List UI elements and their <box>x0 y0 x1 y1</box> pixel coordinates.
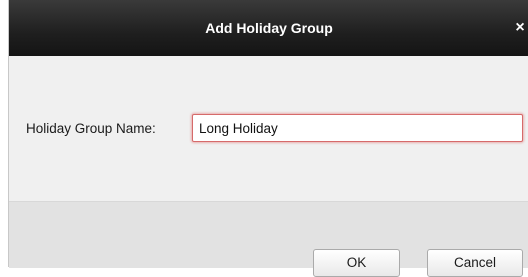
close-icon[interactable]: × <box>513 19 527 37</box>
ok-button[interactable]: OK <box>313 249 400 277</box>
holiday-group-name-label: Holiday Group Name: <box>26 121 156 136</box>
holiday-group-name-input[interactable] <box>192 114 523 142</box>
cancel-button[interactable]: Cancel <box>427 249 523 277</box>
dialog-titlebar: Add Holiday Group × <box>9 0 528 56</box>
dialog-footer: OK Cancel <box>9 201 528 277</box>
dialog-form: Holiday Group Name: <box>9 56 528 201</box>
add-holiday-group-dialog: Add Holiday Group × Holiday Group Name: … <box>8 0 528 277</box>
dialog-title: Add Holiday Group <box>205 20 333 36</box>
